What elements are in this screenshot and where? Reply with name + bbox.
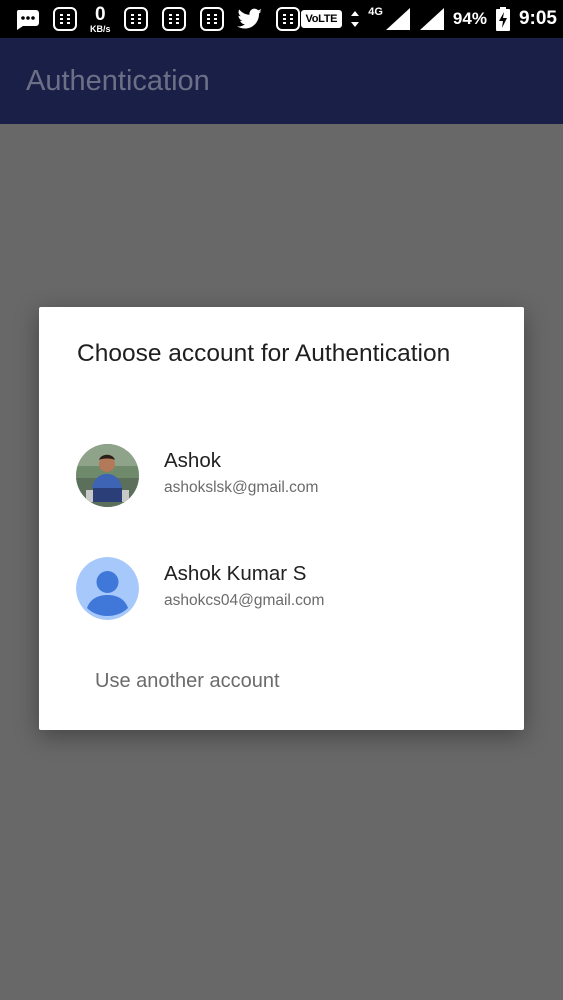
grid-app-icon (52, 6, 78, 32)
account-name: Ashok (164, 449, 221, 472)
account-name: Ashok Kumar S (164, 562, 307, 585)
status-bar: 0 KB/s VoLTE 4G 94% 9:05 (0, 0, 563, 38)
account-email: ashokslsk@gmail.com (164, 479, 319, 496)
app-title: Authentication (26, 64, 210, 97)
use-another-account-button[interactable]: Use another account (95, 670, 280, 693)
data-arrows-icon (350, 6, 360, 32)
dialog-title: Choose account for Authentication (77, 340, 451, 367)
twitter-icon (236, 6, 263, 32)
network-type: 4G (368, 6, 383, 18)
app-bar: Authentication (0, 38, 563, 124)
volte-badge: VoLTE (300, 10, 343, 28)
status-left-icons: 0 KB/s (14, 5, 301, 34)
grid-app-icon (123, 6, 149, 32)
network-speed-value: 0 (94, 3, 106, 25)
chat-icon (14, 6, 40, 32)
account-row-ashok[interactable]: Ashok ashokslsk@gmail.com (39, 431, 524, 521)
default-person-avatar-icon (76, 557, 139, 620)
network-speed-unit: KB/s (90, 23, 111, 34)
grid-app-icon (199, 6, 225, 32)
battery-percent: 94% (452, 9, 487, 28)
account-email: ashokcs04@gmail.com (164, 592, 325, 609)
clock: 9:05 (518, 8, 557, 29)
account-row-ashok-kumar-s[interactable]: Ashok Kumar S ashokcs04@gmail.com (39, 544, 524, 634)
photo-avatar (76, 444, 139, 507)
grid-app-icon (275, 6, 301, 32)
network-speed: 0 KB/s (90, 5, 111, 34)
grid-app-icon (161, 6, 187, 32)
status-right-icons: VoLTE 4G 94% 9:05 (300, 6, 557, 32)
account-chooser-dialog: Choose account for Authentication Ashok … (39, 307, 524, 730)
signal-icon (385, 6, 411, 32)
battery-charging-icon (495, 6, 511, 32)
signal-icon (419, 6, 445, 32)
